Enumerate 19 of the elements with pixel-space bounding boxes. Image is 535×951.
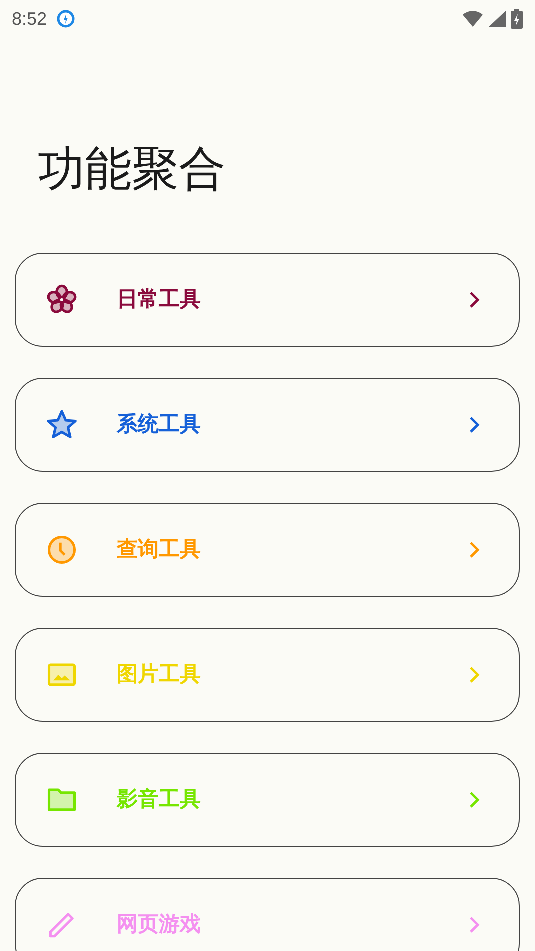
battery-icon [511, 9, 523, 29]
chevron-right-icon [469, 791, 481, 809]
chevron-right-icon [469, 916, 481, 934]
chevron-right-icon [469, 666, 481, 684]
menu-card[interactable]: 查询工具 [15, 503, 520, 597]
status-time: 8:52 [12, 8, 48, 30]
chevron-right-icon [469, 416, 481, 434]
chevron-right-icon [469, 541, 481, 559]
menu-card[interactable]: 图片工具 [15, 628, 520, 722]
chevron-right-icon [469, 291, 481, 309]
wifi-icon [462, 10, 484, 28]
menu-card[interactable]: 网页游戏 [15, 878, 520, 951]
shield-icon [57, 10, 76, 28]
menu-card[interactable]: 系统工具 [15, 378, 520, 472]
clock-icon [45, 533, 79, 567]
page-title: 功能聚合 [38, 141, 226, 199]
menu-card[interactable]: 影音工具 [15, 753, 520, 847]
menu-card[interactable]: 日常工具 [15, 253, 520, 347]
signal-icon [488, 10, 507, 28]
